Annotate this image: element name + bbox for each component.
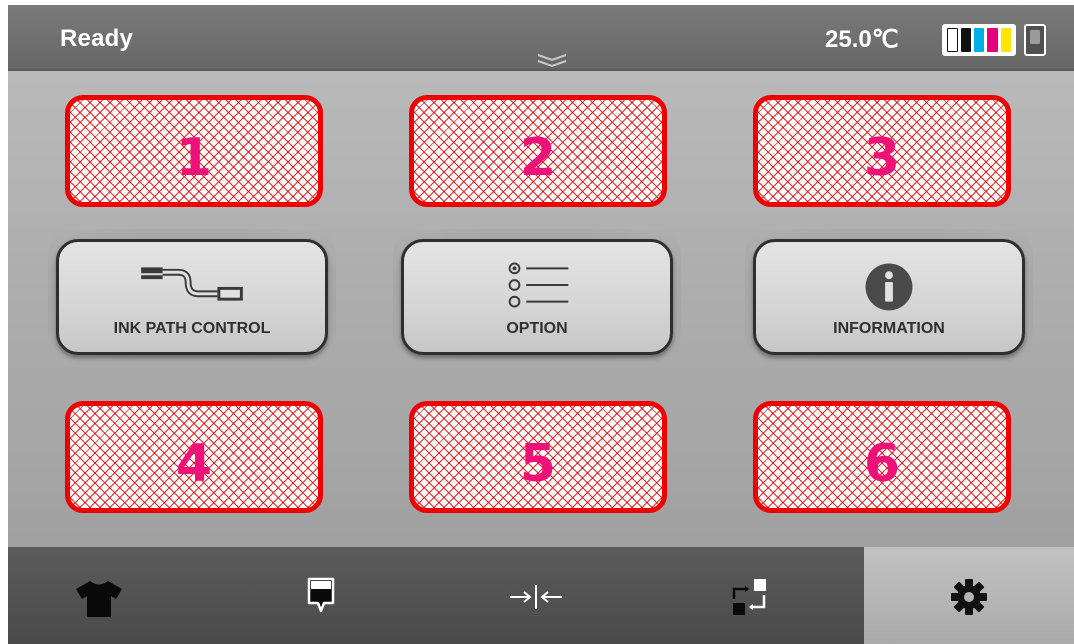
- gear-icon[interactable]: [950, 578, 988, 616]
- redacted-item-6: 6: [753, 401, 1011, 513]
- gap-adjust-icon[interactable]: [508, 583, 564, 611]
- redaction-number: 2: [519, 128, 557, 188]
- cartridge-icon[interactable]: [1024, 24, 1046, 56]
- redaction-number: 6: [863, 434, 901, 494]
- information-button[interactable]: INFORMATION: [753, 239, 1025, 355]
- redacted-item-5: 5: [409, 401, 667, 513]
- printer-panel: Ready 25.0℃ 1 2 3 INK PATH CONTROL OPTIO…: [8, 5, 1074, 644]
- platen-icon[interactable]: [306, 577, 336, 617]
- status-text: Ready: [60, 25, 134, 52]
- ink-path-control-button[interactable]: INK PATH CONTROL: [56, 239, 328, 355]
- ink-white: [947, 28, 958, 52]
- redaction-number: 5: [519, 434, 557, 494]
- settings-tab[interactable]: [864, 547, 1074, 644]
- temperature-readout: 25.0℃: [825, 26, 899, 53]
- option-button[interactable]: OPTION: [401, 239, 673, 355]
- redacted-item-3: 3: [753, 95, 1011, 207]
- ink-path-control-label: INK PATH CONTROL: [113, 320, 271, 337]
- ink-yellow: [1000, 28, 1012, 52]
- ink-level-indicator[interactable]: [942, 24, 1016, 56]
- ink-magenta: [987, 28, 998, 52]
- t-shirt-icon[interactable]: [74, 579, 124, 619]
- redaction-number: 3: [863, 128, 901, 188]
- ink-black: [960, 28, 972, 52]
- information-label: INFORMATION: [833, 320, 945, 337]
- ink-tube-icon: [141, 267, 243, 301]
- info-circle-icon: [865, 263, 913, 311]
- option-label: OPTION: [506, 320, 568, 337]
- redaction-number: 1: [175, 128, 213, 188]
- redaction-number: 4: [175, 434, 213, 494]
- status-bar: Ready 25.0℃: [8, 5, 1074, 71]
- redacted-item-1: 1: [65, 95, 323, 207]
- transfer-icon[interactable]: [730, 577, 770, 617]
- ink-cyan: [974, 28, 985, 52]
- double-chevron-down-icon[interactable]: [535, 52, 569, 68]
- radio-list-icon: [508, 262, 569, 308]
- bottom-nav: [8, 547, 864, 644]
- redacted-item-4: 4: [65, 401, 323, 513]
- redacted-item-2: 2: [409, 95, 667, 207]
